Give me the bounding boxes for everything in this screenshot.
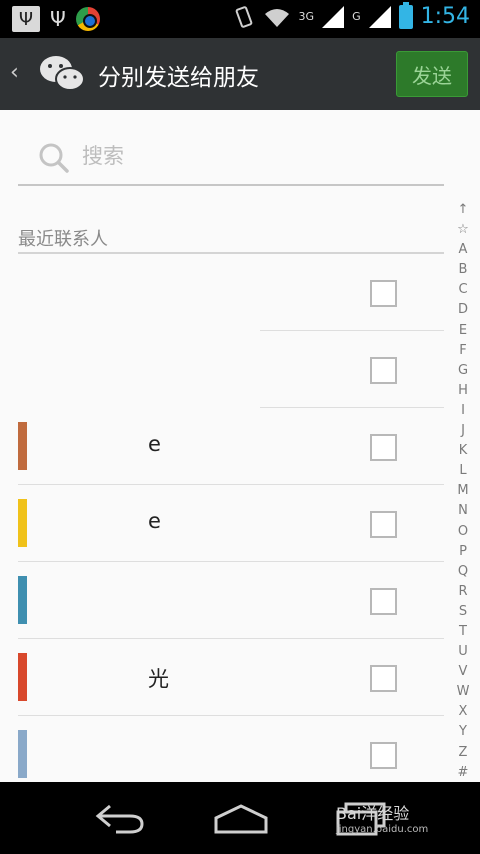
chrome-icon — [75, 7, 100, 31]
search-icon — [39, 143, 69, 173]
usb-debug-icon: Ψ — [12, 6, 40, 32]
network-3g-label: 3G — [298, 10, 315, 23]
search-bar[interactable] — [18, 128, 444, 186]
vibrate-icon — [235, 5, 252, 28]
index-letter[interactable]: ↑ — [451, 200, 475, 220]
list-item[interactable]: е — [0, 408, 444, 485]
signal-icon — [322, 5, 345, 28]
contact-name: е — [148, 432, 161, 456]
index-letter[interactable]: X — [451, 702, 475, 722]
index-letter[interactable]: T — [451, 622, 475, 642]
battery-icon — [398, 1, 413, 29]
list-item[interactable] — [0, 254, 444, 331]
avatar — [18, 730, 27, 778]
send-button[interactable]: 发送 — [396, 51, 468, 97]
clock: 1:54 — [420, 4, 470, 29]
index-letter[interactable]: F — [451, 341, 475, 361]
index-letter[interactable]: S — [451, 602, 475, 622]
usb-icon: Ψ — [50, 7, 66, 31]
index-letter[interactable]: V — [451, 662, 475, 682]
contact-name: е — [148, 509, 161, 533]
index-letter[interactable]: E — [451, 321, 475, 341]
page-title: 分别发送给朋友 — [98, 65, 259, 91]
back-icon[interactable]: ‹ — [10, 60, 19, 85]
index-letter[interactable]: J — [451, 421, 475, 441]
index-letter[interactable]: P — [451, 542, 475, 562]
index-letter[interactable]: C — [451, 280, 475, 300]
title-bar: ‹ 分别发送给朋友 发送 — [0, 38, 480, 110]
select-checkbox[interactable] — [370, 665, 397, 692]
wechat-logo-icon — [40, 56, 85, 91]
list-item[interactable] — [0, 562, 444, 639]
index-letter[interactable]: N — [451, 501, 475, 521]
select-checkbox[interactable] — [370, 280, 397, 307]
notification-icons: Ψ Ψ — [12, 6, 100, 32]
index-letter[interactable]: H — [451, 381, 475, 401]
baidu-watermark: Bai洋经验 jingyan.baidu.com — [336, 800, 428, 835]
system-status: 3G G 1:54 — [233, 1, 470, 29]
index-letter[interactable]: Q — [451, 562, 475, 582]
select-checkbox[interactable] — [370, 511, 397, 538]
network-g-label: G — [352, 10, 361, 23]
select-checkbox[interactable] — [370, 588, 397, 615]
index-letter[interactable]: I — [451, 401, 475, 421]
list-item[interactable] — [0, 331, 444, 408]
index-letter[interactable]: # — [451, 763, 475, 782]
index-letter[interactable]: D — [451, 300, 475, 320]
back-nav-icon[interactable] — [92, 798, 148, 838]
contact-name: 光 — [148, 667, 169, 691]
index-letter[interactable]: K — [451, 441, 475, 461]
list-item[interactable]: е — [0, 485, 444, 562]
index-letter[interactable]: L — [451, 461, 475, 481]
select-checkbox[interactable] — [370, 434, 397, 461]
signal-icon-2 — [368, 5, 391, 28]
index-letter[interactable]: U — [451, 642, 475, 662]
alphabet-index[interactable]: ↑ ☆ A B C D E F G H I J K L M N O P Q R S T U V W X Y Z # — [451, 200, 475, 782]
avatar — [18, 499, 27, 547]
watermark-brand: Bai洋经验 — [336, 804, 410, 823]
home-nav-icon[interactable] — [212, 798, 270, 838]
select-checkbox[interactable] — [370, 742, 397, 769]
contact-picker: 最近联系人 е е 光 ↑☆ABCDEFGHIJKLMNOPQRSTUVWXYZ# — [0, 110, 480, 782]
watermark-url: jingyan.baidu.com — [336, 824, 429, 835]
search-input[interactable] — [82, 144, 382, 168]
list-item[interactable] — [0, 716, 444, 782]
select-checkbox[interactable] — [370, 357, 397, 384]
list-item[interactable]: 光 — [0, 639, 444, 716]
index-letter[interactable]: O — [451, 522, 475, 542]
avatar — [18, 422, 27, 470]
index-letter[interactable]: R — [451, 582, 475, 602]
avatar — [18, 576, 27, 624]
index-letter[interactable]: Z — [451, 743, 475, 763]
recent-contacts-header: 最近联系人 — [18, 229, 108, 250]
index-letter[interactable]: ☆ — [451, 220, 475, 240]
status-bar: Ψ Ψ 3G G 1:54 — [0, 0, 480, 38]
index-letter[interactable]: A — [451, 240, 475, 260]
index-letter[interactable]: G — [451, 361, 475, 381]
index-letter[interactable]: B — [451, 260, 475, 280]
wifi-icon — [264, 8, 289, 27]
index-letter[interactable]: M — [451, 481, 475, 501]
index-letter[interactable]: W — [451, 682, 475, 702]
avatar — [18, 653, 27, 701]
index-letter[interactable]: Y — [451, 722, 475, 742]
